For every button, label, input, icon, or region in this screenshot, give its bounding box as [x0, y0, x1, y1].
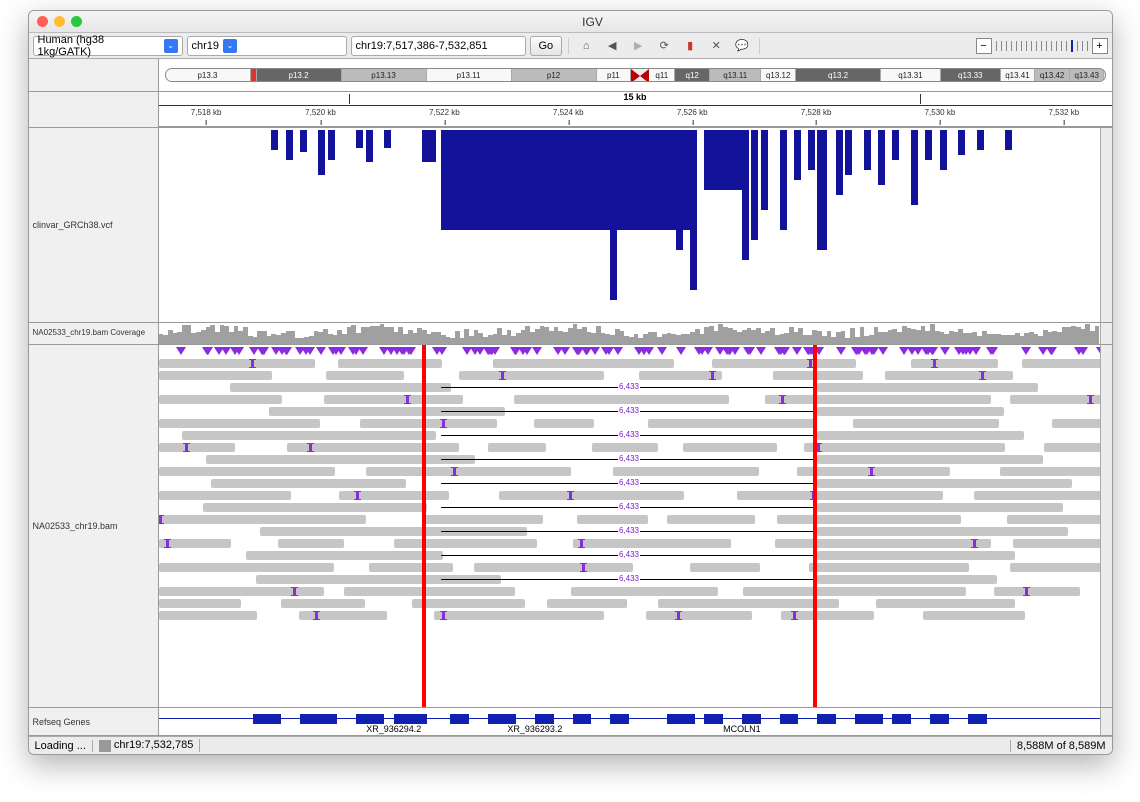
- zoom-in-button[interactable]: +: [1092, 38, 1108, 54]
- zoom-ticks[interactable]: [994, 38, 1090, 54]
- band: p12: [512, 69, 597, 81]
- band: p11: [597, 69, 632, 81]
- band: p13.3: [166, 69, 251, 81]
- region-icon[interactable]: ▮: [679, 36, 701, 56]
- centromere-icon: [631, 69, 649, 81]
- go-button[interactable]: Go: [530, 36, 563, 56]
- gap-size-label: 6,433: [618, 574, 640, 583]
- gap-size-label: 6,433: [618, 502, 640, 511]
- locus-value: chr19:7,517,386-7,532,851: [356, 40, 488, 52]
- coverage-track[interactable]: [0-70]: [159, 323, 1100, 344]
- ruler-tick: 7,532 kb: [1048, 108, 1079, 117]
- clinvar-track-row: clinvar_GRCh38.vcf: [29, 128, 1112, 323]
- genome-selector[interactable]: Human (hg38 1kg/GATK) ⌄: [33, 36, 183, 56]
- genomic-ruler[interactable]: 7,518 kb 7,520 kb 7,522 kb 7,524 kb 7,52…: [159, 92, 1112, 127]
- gap-size-label: 6,433: [618, 382, 640, 391]
- refresh-icon[interactable]: ⟳: [653, 36, 675, 56]
- traffic-lights: [37, 16, 82, 27]
- coverage-track-row: NA02533_chr19.bam Coverage [0-70]: [29, 323, 1112, 345]
- ruler-tick: 7,524 kb: [553, 108, 584, 117]
- close-icon[interactable]: [37, 16, 48, 27]
- gap-size-label: 6,433: [618, 526, 640, 535]
- band: q11: [649, 69, 675, 81]
- chromosome-value: chr19: [192, 40, 220, 52]
- genome-value: Human (hg38 1kg/GATK): [38, 34, 160, 58]
- chevron-down-icon: ⌄: [223, 39, 237, 53]
- scrollbar[interactable]: [1100, 323, 1112, 344]
- ideogram-track[interactable]: p13.3 p13.2 p13.13 p13.11 p12 p11 q11 q1…: [159, 59, 1112, 91]
- ruler-tick: 7,528 kb: [801, 108, 832, 117]
- gene-label: MCOLN1: [723, 724, 761, 734]
- ruler-tick: 7,520 kb: [305, 108, 336, 117]
- window-title: IGV: [82, 15, 1104, 29]
- titlebar: IGV: [29, 11, 1112, 33]
- band: q13.41: [1001, 69, 1036, 81]
- coverage-track-label[interactable]: NA02533_chr19.bam Coverage: [29, 323, 159, 344]
- zoom-slider[interactable]: − +: [976, 38, 1108, 54]
- home-icon[interactable]: ⌂: [575, 36, 597, 56]
- ruler-icon[interactable]: ✕: [705, 36, 727, 56]
- gap-size-label: 6,433: [618, 550, 640, 559]
- band: p13.11: [427, 69, 512, 81]
- band: q13.11: [710, 69, 761, 81]
- gap-size-label: 6,433: [618, 406, 640, 415]
- band: p13.13: [342, 69, 427, 81]
- statusbar: Loading ... chr19:7,532,785 8,588M of 8,…: [29, 736, 1112, 754]
- alignment-track[interactable]: 6,433 6,433 6,433 6,433 6,433 6,433 6,433 6,433…: [159, 345, 1100, 707]
- alignment-track-row: NA02533_chr19.bam 6,4336,4336,4336,4336,…: [29, 345, 1112, 708]
- scrollbar[interactable]: [1100, 128, 1112, 322]
- ideogram-row: p13.3 p13.2 p13.13 p13.11 p12 p11 q11 q1…: [29, 59, 1112, 92]
- status-position: chr19:7,532,785: [93, 739, 201, 751]
- toolbar: Human (hg38 1kg/GATK) ⌄ chr19 ⌄ chr19:7,…: [29, 33, 1112, 59]
- chevron-down-icon: ⌄: [164, 39, 178, 53]
- zoom-out-button[interactable]: −: [976, 38, 992, 54]
- band: q13.31: [881, 69, 941, 81]
- refseq-track-label[interactable]: Refseq Genes: [29, 708, 159, 735]
- locus-input[interactable]: chr19:7,517,386-7,532,851: [351, 36, 526, 56]
- band: q12: [675, 69, 710, 81]
- refseq-track-row: Refseq Genes X: [29, 708, 1112, 736]
- main-panel: p13.3 p13.2 p13.13 p13.11 p12 p11 q11 q1…: [29, 59, 1112, 736]
- scrollbar[interactable]: [1100, 345, 1112, 707]
- band: q13.2: [796, 69, 881, 81]
- band: p13.2: [257, 69, 342, 81]
- gap-size-label: 6,433: [618, 430, 640, 439]
- status-memory: 8,588M of 8,589M: [1010, 740, 1112, 752]
- gap-size-label: 6,433: [618, 454, 640, 463]
- minimize-icon[interactable]: [54, 16, 65, 27]
- alignment-track-label[interactable]: NA02533_chr19.bam: [29, 345, 159, 707]
- span-indicator: [349, 94, 921, 104]
- band: q13.33: [941, 69, 1001, 81]
- refseq-track[interactable]: XR_936294.2 XR_936293.2 MCOLN1: [159, 708, 1100, 735]
- gap-size-label: 6,433: [618, 478, 640, 487]
- ruler-row: 7,518 kb 7,520 kb 7,522 kb 7,524 kb 7,52…: [29, 92, 1112, 128]
- chromosome-ideogram: p13.3 p13.2 p13.13 p13.11 p12 p11 q11 q1…: [165, 68, 1106, 82]
- tooltip-icon[interactable]: 💬: [731, 36, 753, 56]
- ruler-tick: 7,522 kb: [429, 108, 460, 117]
- band: q13.43: [1070, 69, 1105, 81]
- scrollbar[interactable]: [1100, 708, 1112, 735]
- ideogram-label: [29, 59, 159, 91]
- chromosome-selector[interactable]: chr19 ⌄: [187, 36, 347, 56]
- band: q13.42: [1035, 69, 1070, 81]
- band: q13.12: [761, 69, 796, 81]
- status-loading: Loading ...: [29, 740, 93, 752]
- gene-label: XR_936294.2: [366, 724, 421, 734]
- igv-window: IGV Human (hg38 1kg/GATK) ⌄ chr19 ⌄ chr1…: [28, 10, 1113, 755]
- gene-label: XR_936293.2: [507, 724, 562, 734]
- ruler-tick: 7,530 kb: [925, 108, 956, 117]
- clinvar-track-label[interactable]: clinvar_GRCh38.vcf: [29, 128, 159, 322]
- forward-icon[interactable]: ▶: [627, 36, 649, 56]
- back-icon[interactable]: ◀: [601, 36, 623, 56]
- ruler-tick: 7,518 kb: [191, 108, 222, 117]
- fullscreen-icon[interactable]: [71, 16, 82, 27]
- ruler-tick: 7,526 kb: [677, 108, 708, 117]
- clinvar-track[interactable]: [159, 128, 1100, 322]
- position-indicator-icon: [99, 740, 111, 752]
